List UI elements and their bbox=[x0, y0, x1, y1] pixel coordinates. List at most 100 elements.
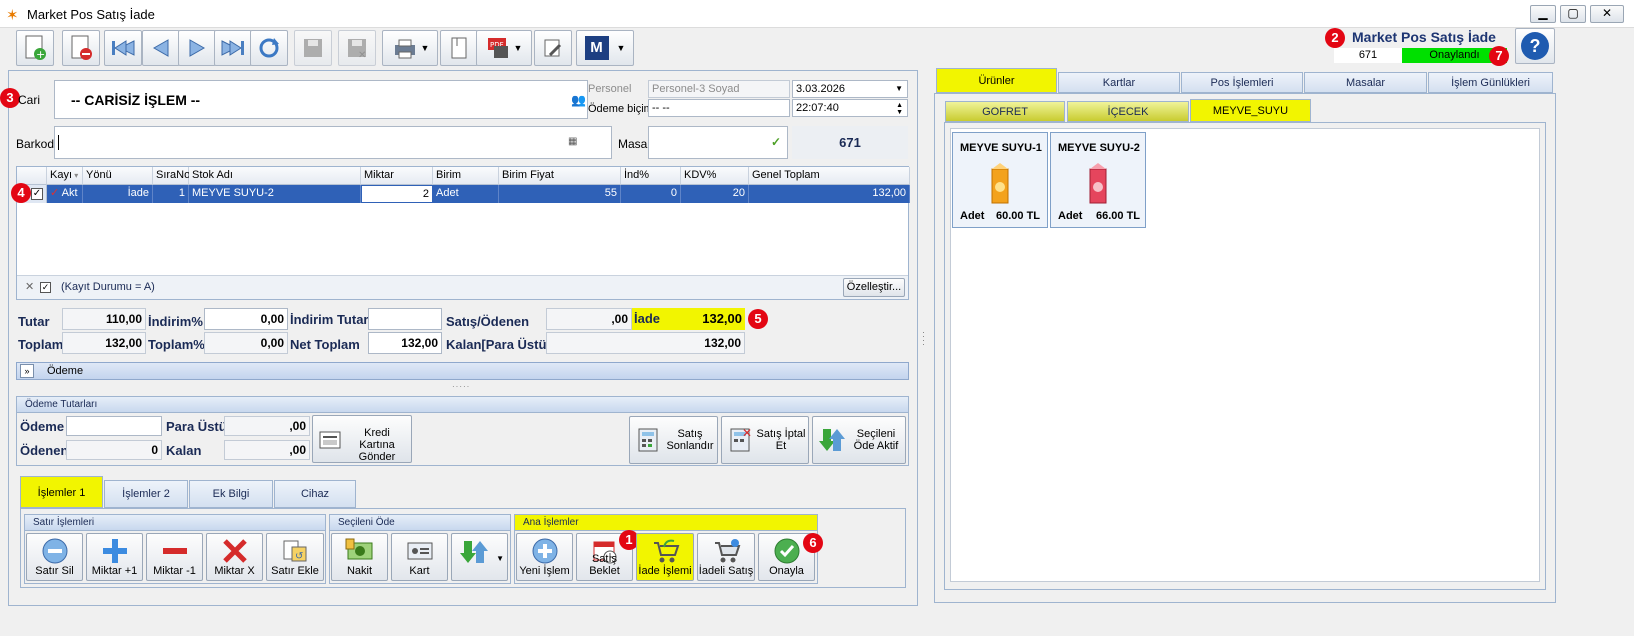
clear-filter-icon[interactable]: ✕ bbox=[25, 280, 34, 293]
vertical-splitter[interactable]: · · · · bbox=[922, 328, 925, 349]
tab-urunler[interactable]: Ürünler bbox=[936, 68, 1057, 93]
filter-checkbox[interactable]: ✓ bbox=[40, 282, 51, 293]
col-kdv[interactable]: KDV% bbox=[681, 167, 749, 185]
yeni-islem-button[interactable]: Yeni İşlem bbox=[516, 533, 573, 581]
save-icon[interactable] bbox=[294, 30, 332, 66]
col-genel-toplam[interactable]: Genel Toplam bbox=[749, 167, 910, 185]
svg-text:✕: ✕ bbox=[742, 426, 752, 440]
save-close-icon[interactable]: ✕ bbox=[338, 30, 376, 66]
col-sirano[interactable]: SıraNo bbox=[153, 167, 190, 185]
product-name: MEYVE SUYU-1 bbox=[960, 142, 1042, 154]
col-kayit[interactable]: Kayı ▾ bbox=[47, 167, 83, 185]
tutar-label: Tutar bbox=[18, 314, 50, 329]
transfer-dropdown-button[interactable]: ▼ bbox=[451, 533, 508, 581]
settings-wrench-icon[interactable] bbox=[534, 30, 572, 66]
expand-icon[interactable]: » bbox=[20, 364, 34, 378]
odeme-input[interactable] bbox=[66, 416, 162, 436]
pdf-export-icon[interactable]: PDF ▼ bbox=[476, 30, 532, 66]
odeme-bicimi-label: Ödeme biçimi bbox=[588, 103, 656, 115]
col-stok-adi[interactable]: Stok Adı bbox=[189, 167, 361, 185]
time-field[interactable]: 22:07:40 ▲ ▼ bbox=[792, 99, 908, 117]
product-card[interactable]: MEYVE SUYU-1 Adet 60.00 TL bbox=[952, 132, 1048, 228]
tab-masalar[interactable]: Masalar bbox=[1304, 72, 1427, 93]
kredi-karti-button[interactable]: Kredi Kartına Gönder bbox=[312, 415, 412, 463]
indirim-pct-input[interactable]: 0,00 bbox=[204, 308, 288, 330]
iade-islemi-button[interactable]: İade İşlemi bbox=[636, 533, 694, 581]
col-birim[interactable]: Birim bbox=[433, 167, 499, 185]
date-field[interactable]: 3.03.2026 ▼ bbox=[792, 80, 908, 98]
calculator-icon bbox=[636, 425, 662, 458]
tab-cihaz[interactable]: Cihaz bbox=[274, 480, 356, 508]
print-icon[interactable]: ▼ bbox=[382, 30, 438, 66]
tutar-value: 110,00 bbox=[62, 308, 146, 330]
tab-ek-bilgi[interactable]: Ek Bilgi bbox=[189, 480, 273, 508]
col-birim-fiyat[interactable]: Birim Fiyat bbox=[499, 167, 621, 185]
satir-sil-button[interactable]: Satır Sil bbox=[26, 533, 83, 581]
col-yonu[interactable]: Yönü bbox=[83, 167, 153, 185]
refresh-icon[interactable] bbox=[250, 30, 288, 66]
kart-button[interactable]: Kart bbox=[391, 533, 448, 581]
personel-field[interactable]: Personel-3 Soyad bbox=[648, 80, 790, 98]
tab-islemler-2[interactable]: İşlemler 2 bbox=[104, 480, 188, 508]
splitter-handle[interactable]: ····· bbox=[452, 382, 470, 391]
kalan-para-ustu-value: 132,00 bbox=[546, 332, 745, 354]
tab-islemler-1[interactable]: İşlemler 1 bbox=[20, 476, 103, 508]
product-card[interactable]: MEYVE SUYU-2 Adet 66.00 TL bbox=[1050, 132, 1146, 228]
miktar-cell-editor[interactable]: 2 bbox=[361, 185, 433, 203]
category-gofret[interactable]: GOFRET bbox=[945, 101, 1065, 122]
iadeli-satis-button[interactable]: İadeli Satış bbox=[697, 533, 755, 581]
filter-bar: ✕ ✓ (Kayıt Durumu = A) Özelleştir... bbox=[17, 275, 908, 299]
secileni-ode-title: Seçileni Öde bbox=[330, 515, 510, 531]
odeme-bar[interactable]: » Ödeme bbox=[16, 362, 909, 380]
para-ustu-label: Para Üstü bbox=[166, 419, 227, 434]
previous-record-icon[interactable] bbox=[142, 30, 180, 66]
secileni-ode-aktif-button[interactable]: Seçileni Öde Aktif bbox=[812, 416, 906, 464]
maximize-button[interactable]: ▢ bbox=[1560, 5, 1586, 23]
nakit-button[interactable]: Nakit bbox=[331, 533, 388, 581]
category-icecek[interactable]: İÇECEK bbox=[1067, 101, 1189, 122]
first-record-icon[interactable] bbox=[104, 30, 142, 66]
category-meyve-suyu[interactable]: MEYVE_SUYU bbox=[1190, 99, 1311, 122]
indirim-tutar-input[interactable] bbox=[368, 308, 442, 330]
tab-kartlar[interactable]: Kartlar bbox=[1058, 72, 1180, 93]
attachment-icon[interactable] bbox=[440, 30, 478, 66]
tab-islem-gunlukleri[interactable]: İşlem Günlükleri bbox=[1428, 72, 1553, 93]
tab-pos-islemleri[interactable]: Pos İşlemleri bbox=[1181, 72, 1303, 93]
miktar-plus-button[interactable]: Miktar +1 bbox=[86, 533, 143, 581]
new-doc-icon[interactable]: + bbox=[16, 30, 54, 66]
miktar-x-button[interactable]: Miktar X bbox=[206, 533, 263, 581]
minimize-button[interactable]: ▁ bbox=[1530, 5, 1556, 23]
miktar-minus-button[interactable]: Miktar -1 bbox=[146, 533, 203, 581]
svg-text:↺: ↺ bbox=[295, 551, 303, 562]
odeme-label: Ödeme bbox=[20, 419, 65, 434]
people-icon[interactable]: 👥 bbox=[571, 93, 586, 107]
table-row[interactable]: ✓ ✓ Akt İade 1 MEYVE SUYU-2 2 Adet 55 0 … bbox=[17, 185, 910, 203]
col-miktar[interactable]: Miktar bbox=[361, 167, 433, 185]
satis-sonlandir-button[interactable]: Satış Sonlandır bbox=[629, 416, 718, 464]
col-ind[interactable]: İnd% bbox=[621, 167, 681, 185]
next-record-icon[interactable] bbox=[178, 30, 216, 66]
svg-text:+: + bbox=[36, 48, 45, 61]
customize-button[interactable]: Özelleştir... bbox=[843, 278, 905, 297]
close-button[interactable]: ✕ bbox=[1590, 5, 1624, 23]
spin-icon[interactable]: ▲ ▼ bbox=[896, 102, 903, 116]
cari-field[interactable]: -- CARİSİZ İŞLEM -- 👥 bbox=[54, 80, 588, 119]
kredi-karti-label: Kredi Kartına Gönder bbox=[358, 427, 396, 463]
delete-doc-icon[interactable] bbox=[62, 30, 100, 66]
badge-4: 4 bbox=[11, 183, 31, 203]
check-icon[interactable]: ✓ bbox=[771, 135, 781, 149]
odenen-label: Ödenen bbox=[20, 443, 69, 458]
barkod-input[interactable]: ▦ bbox=[54, 126, 612, 159]
chevron-down-icon[interactable]: ▼ bbox=[496, 554, 504, 563]
satir-ekle-button[interactable]: ↺ Satır Ekle bbox=[266, 533, 324, 581]
last-record-icon[interactable] bbox=[214, 30, 252, 66]
keyboard-icon[interactable]: ▦ bbox=[568, 136, 577, 147]
cari-label: Cari bbox=[18, 93, 41, 107]
chevron-down-icon[interactable]: ▼ bbox=[895, 81, 903, 97]
m-menu-icon[interactable]: M ▼ bbox=[576, 30, 634, 66]
row-checkbox[interactable]: ✓ bbox=[31, 188, 43, 200]
masa-field[interactable]: ✓ bbox=[648, 126, 788, 159]
satis-iptal-button[interactable]: ✕ Satış İptal Et bbox=[721, 416, 809, 464]
odeme-bicimi-field[interactable]: -- -- bbox=[648, 99, 790, 117]
help-icon[interactable]: ? bbox=[1515, 28, 1555, 64]
